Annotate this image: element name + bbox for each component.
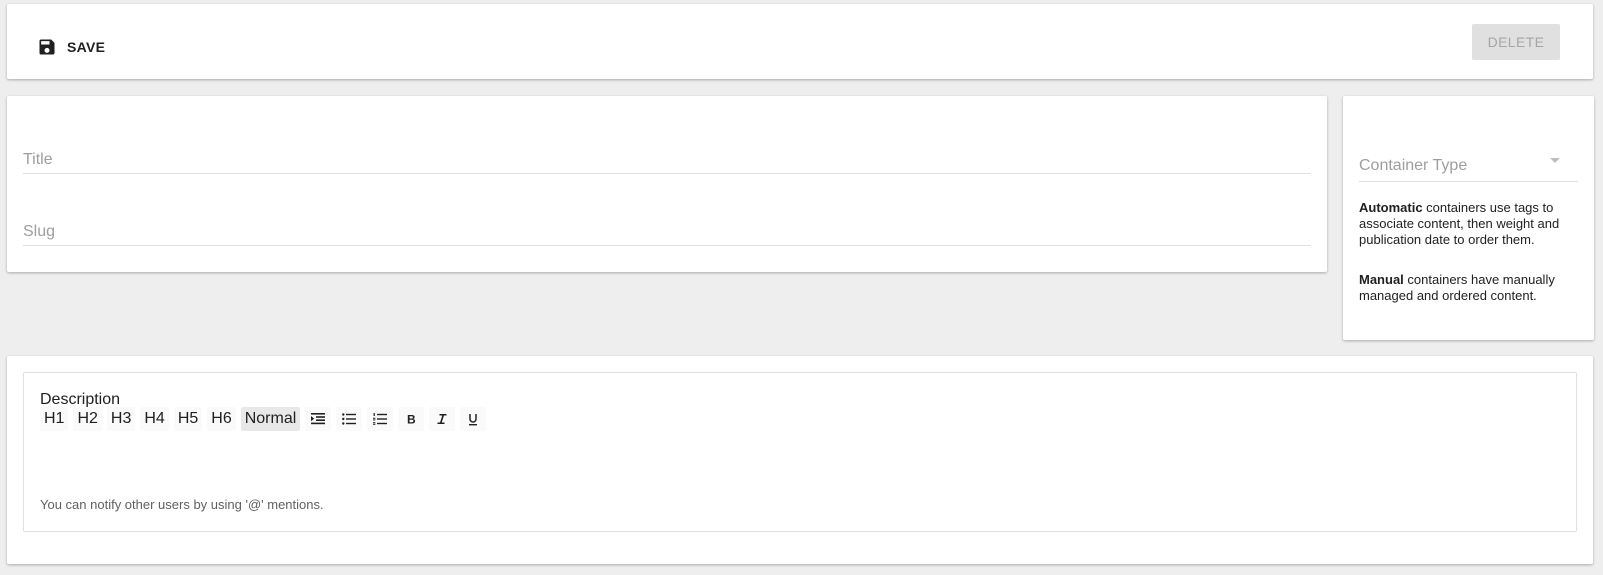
numbered-list-icon[interactable]: [367, 407, 394, 431]
title-input[interactable]: [23, 151, 1311, 169]
heading-1-button[interactable]: H1: [40, 407, 69, 431]
delete-button[interactable]: DELETE: [1472, 24, 1560, 60]
rich-text-toolbar: H1 H2 H3 H4 H5 H6 Normal B: [40, 407, 487, 431]
container-type-select[interactable]: Container Type: [1359, 148, 1578, 182]
save-icon: [39, 39, 55, 55]
slug-input[interactable]: [23, 223, 1311, 241]
heading-6-button[interactable]: H6: [207, 407, 236, 431]
heading-3-button[interactable]: H3: [106, 407, 136, 431]
chevron-down-icon: [1550, 158, 1560, 163]
bullet-list-icon[interactable]: [336, 407, 363, 431]
toolbar: SAVE DELETE: [7, 4, 1593, 79]
slug-field-wrapper: [23, 212, 1311, 246]
heading-4-button[interactable]: H4: [140, 407, 169, 431]
automatic-label: Automatic: [1359, 200, 1423, 215]
heading-5-button[interactable]: H5: [173, 407, 203, 431]
container-type-placeholder: Container Type: [1359, 157, 1468, 174]
italic-icon[interactable]: [429, 407, 456, 431]
title-slug-card: [7, 96, 1327, 272]
manual-help-text: Manual containers have manually managed …: [1359, 272, 1581, 304]
normal-text-button[interactable]: Normal: [240, 407, 301, 431]
description-editor[interactable]: Description H1 H2 H3 H4 H5 H6 Normal B Y…: [23, 372, 1577, 532]
container-type-card: Container Type Automatic containers use …: [1343, 96, 1594, 340]
save-button[interactable]: SAVE: [31, 29, 111, 65]
indent-icon[interactable]: [305, 407, 332, 431]
description-card: Description H1 H2 H3 H4 H5 H6 Normal B Y…: [7, 356, 1593, 564]
bold-icon[interactable]: B: [398, 407, 425, 431]
automatic-help-text: Automatic containers use tags to associa…: [1359, 200, 1581, 248]
heading-2-button[interactable]: H2: [73, 407, 102, 431]
manual-label: Manual: [1359, 272, 1404, 287]
save-label: SAVE: [67, 39, 106, 55]
title-field-wrapper: [23, 140, 1311, 174]
underline-icon[interactable]: [460, 407, 487, 431]
svg-text:B: B: [407, 413, 416, 425]
mention-hint: You can notify other users by using '@' …: [40, 497, 324, 512]
